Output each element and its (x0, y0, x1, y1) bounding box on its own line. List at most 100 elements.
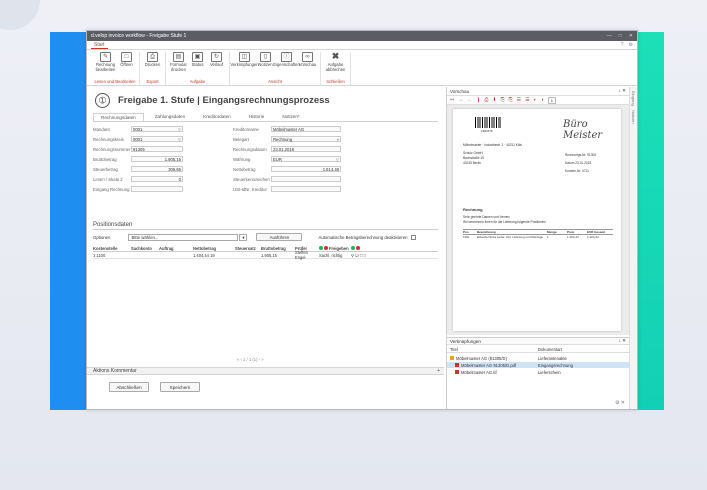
auto-calc-checkbox[interactable] (410, 234, 416, 240)
list-icon[interactable]: ☰ (517, 97, 521, 103)
steuerkennzeichen-field[interactable] (271, 176, 341, 182)
reject-icon[interactable] (356, 245, 360, 250)
auto-calc-label: Automatische Betragsberechnung deaktivie… (318, 234, 408, 240)
zoom-input[interactable]: 1 (547, 96, 556, 104)
field-row: Währung EUR ⚲ (233, 156, 341, 162)
paste-icon[interactable]: ⎘ (509, 97, 513, 103)
tab-start[interactable]: Start (91, 42, 108, 49)
cursor-icon[interactable]: ❙ (476, 97, 480, 103)
notes-icon: ▯ (260, 52, 271, 62)
field-row: Mandant 0001 ⚲ (93, 126, 183, 132)
approve-all-icon[interactable] (319, 245, 323, 250)
table-header: Kostenstelle Sachkonto Auftrag Nettobetr… (93, 245, 438, 252)
links-icon: ◫ (239, 52, 250, 62)
help-icon[interactable]: ? (621, 42, 624, 48)
download-icon[interactable]: ⬇ (492, 97, 496, 103)
kreditorname-field[interactable]: Möbelmaster AG (271, 126, 341, 132)
links-controls[interactable]: ↓ ✕ (619, 338, 626, 344)
side-tab-eingang[interactable]: Eingang (631, 91, 636, 106)
status-button[interactable]: ▣ Status (188, 52, 207, 79)
field-row: Bruttobetrag 1.905,15 (93, 156, 183, 162)
next-icon[interactable]: → (458, 97, 463, 103)
notes-button[interactable]: ▯ Notizen (256, 52, 275, 79)
copy-icon[interactable]: ⎘ (501, 97, 505, 103)
complete-button[interactable]: Abschließen (109, 382, 149, 392)
maximize-button[interactable]: □ (619, 33, 622, 39)
save-button[interactable]: Speichern (160, 382, 200, 392)
steuerbetrag-field[interactable]: 306,65 (131, 166, 183, 172)
contrast-icon[interactable]: ◐ (534, 97, 537, 103)
prev-icon[interactable]: ← (467, 97, 472, 103)
reject-all-icon[interactable] (324, 245, 328, 250)
properties-button[interactable]: ⓘ Eigenschaften (273, 52, 300, 79)
brutto-cell[interactable]: 1.905,15 (261, 253, 295, 258)
bruttobetrag-field[interactable]: 1.905,15 (131, 156, 183, 162)
open-button[interactable]: □ Öffnen (117, 52, 136, 79)
links-button[interactable]: ◫ Verknüpfungen (230, 52, 259, 79)
fit-icon[interactable]: ↤ (450, 97, 454, 103)
rechnungskreis-field[interactable]: 0001 ⚲ (131, 136, 183, 142)
field-row: Rechnungskreis 0001 ⚲ (93, 136, 183, 142)
waehrung-field[interactable]: EUR ⚲ (271, 156, 341, 162)
comments-bar[interactable]: Aktions Kommentar + (87, 367, 444, 375)
cancel-task-button[interactable]: ✖ Aufgabe abbrechen (324, 52, 347, 79)
table-row[interactable]: 1 1100 1.404,44 19 1.905,15 Steffen Enge… (93, 250, 438, 260)
positions-options: Optionen Bitte wählen... ▾ Ausführen Auto… (93, 233, 438, 241)
preview-header: Vorschau ↓ ✕ (447, 87, 629, 96)
group-label-export: Export (146, 79, 159, 84)
field-row: Belegart Rechnung ▾ (233, 136, 341, 142)
eingang-field[interactable] (131, 186, 183, 192)
tab-historie[interactable]: Historie (242, 113, 272, 121)
pager[interactable]: « ‹ 1 / 1 (1) › » (237, 357, 264, 362)
expand-icon[interactable]: + (437, 368, 440, 375)
preview-toolbar: ↤ → ← ❙ ⎙ ⬇ ⎘ ⎘ ☰ ☰ ◐ ◑ 1 (447, 96, 629, 105)
status-icon: ▣ (192, 52, 203, 62)
ribbon-group-export: ⎙ Drucken Export (140, 52, 166, 85)
rechnungsdatum-field[interactable]: 23.01.2018 (271, 146, 341, 152)
print-button[interactable]: ⎙ Drucken (143, 52, 162, 79)
action-buttons: Abschließen Speichern (109, 382, 211, 392)
comments-title: Aktions Kommentar (93, 368, 137, 374)
options-select[interactable]: Bitte wählen... ▾ (128, 233, 248, 241)
minimize-button[interactable]: — (607, 33, 612, 39)
skala-field[interactable]: 0 (131, 176, 183, 182)
print-icon[interactable]: ⎙ (484, 97, 488, 103)
edit-invoice-button[interactable]: ✎ Rechnung bearbeiten (94, 52, 117, 79)
chevron-down-icon[interactable]: ▾ (239, 233, 248, 241)
menu-icon[interactable]: ☰ (525, 97, 529, 103)
tab-notizen[interactable]: Notizen* (275, 113, 306, 121)
rotate-icon[interactable]: ◑ (541, 97, 544, 103)
pruefer-cell[interactable]: Steffen Engel (295, 250, 319, 260)
links-footer-icons[interactable]: ⚙ ✕ (615, 400, 625, 406)
side-tab-notizen[interactable]: Notizen (631, 110, 636, 124)
side-strip: Eingang Notizen (629, 87, 637, 409)
tab-zahlungsdaten[interactable]: Zahlungsdaten (148, 113, 192, 121)
invoice-page: 1983476 Büro Meister Möbelmaster · Indus… (453, 109, 621, 331)
belegart-select[interactable]: Rechnung ▾ (271, 136, 341, 142)
list-item[interactable]: Möbelmaster AG.tif Lieferschein (447, 369, 629, 375)
approve-icon[interactable] (351, 245, 355, 250)
kostenstelle-cell[interactable]: 1 1100 (93, 253, 131, 258)
tab-kreditordaten[interactable]: Kreditordaten (196, 113, 238, 121)
window-title: d.velop invoice workflow - Freigabe Stuf… (91, 33, 187, 39)
list-item[interactable]: Möbelmaster AG (91305/D) Lieferantenakte (447, 355, 629, 361)
field-row: Eingang Rechnung (93, 186, 183, 192)
ustid-field[interactable] (271, 186, 341, 192)
print-form-button[interactable]: ▤ Formular drucken (169, 52, 188, 79)
settings-icon[interactable]: ⚙ (629, 42, 633, 48)
tab-rechnungsdaten[interactable]: Rechnungsdaten (93, 113, 144, 121)
netto-cell[interactable]: 1.404,44 19 (193, 253, 235, 258)
rechnungsnummer-field[interactable]: 91305 (131, 146, 183, 152)
mandant-field[interactable]: 0001 ⚲ (131, 126, 183, 132)
close-button[interactable]: ✕ (629, 33, 633, 39)
preview-button[interactable]: ∞ Vorschau (298, 52, 317, 79)
history-button[interactable]: ↻ Verlauf (207, 52, 226, 79)
nettobetrag-field[interactable]: 1.614,48 (271, 166, 341, 172)
row-actions[interactable]: ⚲ ☑ □ □ (351, 253, 381, 258)
form-panel: ➀ Freigabe 1. Stufe | Eingangsrechnungsp… (87, 87, 444, 409)
list-item[interactable]: Möbelmaster AG 91305/D.pdf Eingangsrechn… (447, 362, 629, 368)
step-one-icon: ➀ (95, 92, 110, 108)
freigabe-cell[interactable]: Sachl. richtig (319, 253, 351, 258)
preview-controls[interactable]: ↓ ✕ (619, 88, 626, 94)
execute-button[interactable]: Ausführen (256, 233, 303, 241)
